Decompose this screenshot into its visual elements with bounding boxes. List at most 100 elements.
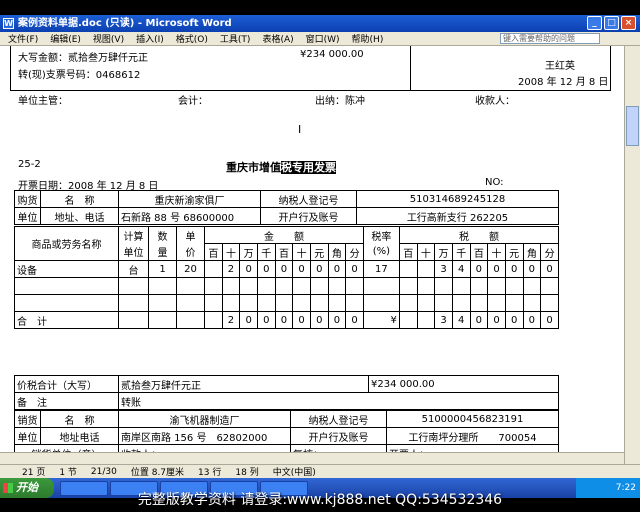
blank-cell [292, 294, 311, 312]
menu-help[interactable]: 帮助(H) [346, 32, 390, 45]
menu-edit[interactable]: 编辑(E) [44, 32, 87, 45]
blank-cell [345, 294, 364, 312]
blank-cell [274, 277, 294, 295]
blank-cell [176, 311, 205, 329]
seller-label-1: 销货 [14, 410, 41, 428]
col-rate-2: (%) [362, 243, 400, 261]
status-language: 中文(中国) [272, 468, 316, 478]
blank-cell [176, 294, 205, 312]
blank-cell [118, 294, 149, 312]
invoice-no-label: NO: [485, 177, 504, 188]
menu-file[interactable]: 文件(F) [2, 32, 44, 45]
total-tax-digit: 0 [504, 311, 524, 329]
item-price: 20 [176, 260, 205, 278]
menu-tools[interactable]: 工具(T) [214, 32, 257, 45]
buyer-taxid: 510314689245128 [356, 190, 559, 208]
blank-cell [522, 277, 542, 295]
help-search-input[interactable]: 键入需要帮助的问题 [500, 33, 600, 44]
blank-cell [469, 294, 489, 312]
tax-digit-header: 角 [522, 243, 542, 261]
invoice-number: 25-2 [18, 159, 41, 170]
menu-table[interactable]: 表格(A) [256, 32, 299, 45]
item-tax-digit [398, 260, 418, 278]
minimize-button[interactable]: _ [587, 16, 602, 30]
amount-digit-header: 角 [327, 243, 347, 261]
maximize-button[interactable]: □ [604, 16, 619, 30]
blank-cell [14, 294, 119, 312]
blank-cell [362, 277, 400, 295]
payee-label: 收款人： [475, 96, 515, 107]
menu-format[interactable]: 格式(O) [170, 32, 214, 45]
remark-value: 转账 [118, 392, 559, 410]
scroll-thumb[interactable] [626, 106, 639, 146]
amount-digit-header: 百 [274, 243, 294, 261]
total-amount-digit: 0 [327, 311, 347, 329]
item-amount-digit: 0 [309, 260, 329, 278]
menu-bar: 文件(F) 编辑(E) 视图(V) 插入(I) 格式(O) 工具(T) 表格(A… [0, 32, 640, 46]
blank-cell [118, 277, 149, 295]
col-amount: 金 额 [204, 226, 364, 244]
blank-cell [362, 294, 400, 312]
buyer-addr-label: 地址、电话 [40, 207, 119, 225]
vertical-scrollbar[interactable] [624, 46, 640, 464]
status-pages: 21/30 [90, 466, 117, 477]
blank-cell [148, 294, 177, 312]
col-tax: 税 额 [398, 226, 560, 244]
blank-cell [451, 277, 471, 295]
col-unit-1: 计算 [118, 226, 149, 244]
total-tax-digit: 3 [434, 311, 453, 329]
total-tax-digit [416, 311, 436, 329]
col-goods: 商品或劳务名称 [14, 226, 119, 261]
blank-cell [256, 277, 276, 295]
invoice-title-selected[interactable]: 税专用发票 [281, 161, 336, 174]
menu-insert[interactable]: 插入(I) [130, 32, 170, 45]
amount-digit-header: 十 [221, 243, 241, 261]
text-cursor-icon: I [298, 123, 302, 136]
total-amount-digit: 0 [239, 311, 258, 329]
blank-cell [256, 294, 276, 312]
buyer-bank: 工行高新支行 262205 [356, 207, 559, 225]
total-tax-digit [398, 311, 418, 329]
total-amount-digit: 0 [292, 311, 311, 329]
amount-digit-header: 十 [292, 243, 311, 261]
blank-cell [487, 277, 506, 295]
blank-cell [309, 277, 329, 295]
word-app-icon[interactable]: W [3, 18, 14, 29]
horizontal-scrollbar[interactable] [0, 452, 624, 464]
item-tax-digit: 0 [540, 260, 559, 278]
tax-digit-header: 十 [487, 243, 506, 261]
total-tax-digit: 0 [540, 311, 559, 329]
col-qty-2: 量 [148, 243, 177, 261]
item-tax-digit: 4 [451, 260, 471, 278]
menu-view[interactable]: 视图(V) [87, 32, 130, 45]
item-tax-digit: 0 [504, 260, 524, 278]
total-amount-digit: 0 [256, 311, 276, 329]
document-area[interactable]: 大写金额：贰拾叁万肆仟元正 ¥234 000.00 转(现)支票号码：04686… [0, 46, 624, 464]
title-bar: W 案例资料单据.doc (只读) - Microsoft Word _ □ × [0, 15, 640, 32]
goods-table: 商品或劳务名称 计算 数 单 金 额 税率 税 额 单位 量 价 百十万千百十元… [14, 226, 560, 329]
tax-digit-header: 千 [451, 243, 471, 261]
menu-window[interactable]: 窗口(W) [300, 32, 346, 45]
tax-digit-header: 万 [434, 243, 453, 261]
item-amount-digit: 2 [221, 260, 241, 278]
total-amount-digit: 0 [274, 311, 294, 329]
tax-digit-header: 分 [540, 243, 559, 261]
seller-name-label: 名 称 [40, 410, 119, 428]
close-button[interactable]: × [621, 16, 636, 30]
seller-address: 南岸区南路 156 号 62802000 [118, 427, 291, 445]
blank-cell [204, 277, 223, 295]
blank-cell [469, 277, 489, 295]
col-unit-2: 单位 [118, 243, 149, 261]
item-qty: 1 [148, 260, 177, 278]
blank-cell [148, 277, 177, 295]
amount-words: 大写金额：贰拾叁万肆仟元正 [18, 53, 148, 64]
buyer-name: 重庆新渝家俱厂 [118, 190, 261, 208]
tax-digit-header: 十 [416, 243, 436, 261]
blank-cell [148, 311, 177, 329]
blank-cell [309, 294, 329, 312]
col-qty-1: 数 [148, 226, 177, 244]
blank-cell [274, 294, 294, 312]
status-bar: 21 页 1 节 21/30 位置 8.7厘米 13 行 18 列 中文(中国) [0, 464, 640, 478]
invoice-title: 重庆市增值税专用发票 [226, 159, 336, 175]
blank-cell [345, 277, 364, 295]
